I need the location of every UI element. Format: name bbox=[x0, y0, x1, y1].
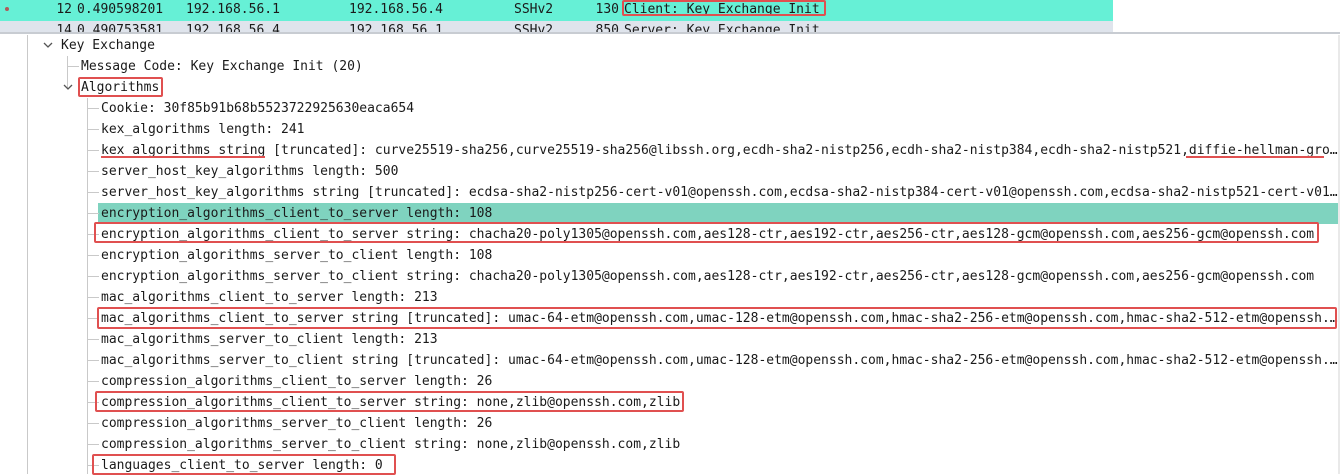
kex-string-underline bbox=[101, 156, 265, 158]
tree-field-label: kex_algorithms length: 241 bbox=[101, 122, 305, 137]
packet-details-tree: Key Exchange Message Code: Key Exchange … bbox=[0, 35, 1340, 475]
tree-field-label: compression_algorithms_server_to_client … bbox=[101, 416, 493, 431]
tree-field-label: mac_algorithms_server_to_client length: … bbox=[101, 332, 438, 347]
packet-source: 192.168.56.1 bbox=[186, 2, 280, 17]
chevron-down-icon[interactable] bbox=[42, 39, 54, 51]
related-packet-dot-icon bbox=[5, 7, 9, 11]
tree-field-comp-s2c-length[interactable]: compression_algorithms_server_to_client … bbox=[0, 413, 1340, 434]
tree-field-label: encryption_algorithms_server_to_client l… bbox=[101, 248, 493, 263]
tree-node-algorithms[interactable]: Algorithms bbox=[0, 77, 1340, 98]
tree-field-comp-c2s-length[interactable]: compression_algorithms_client_to_server … bbox=[0, 371, 1340, 392]
packet-length: 130 bbox=[595, 2, 619, 17]
packet-number: 14 bbox=[56, 23, 72, 32]
packet-destination: 192.168.56.1 bbox=[349, 23, 443, 32]
info-highlight-box bbox=[622, 0, 826, 16]
tree-field-mac-c2s-length[interactable]: mac_algorithms_client_to_server length: … bbox=[0, 287, 1340, 308]
tree-field-label: mac_algorithms_server_to_client string [… bbox=[101, 353, 1338, 368]
tree-field-mac-s2c-length[interactable]: mac_algorithms_server_to_client length: … bbox=[0, 329, 1340, 350]
tree-field-enc-c2s-length[interactable]: encryption_algorithms_client_to_server l… bbox=[0, 203, 1340, 224]
packet-protocol: SSHv2 bbox=[514, 23, 554, 32]
tree-field-label: Message Code: Key Exchange Init (20) bbox=[81, 59, 363, 74]
lang-c2s-highlight-box bbox=[92, 454, 396, 475]
tree-field-label: encryption_algorithms_client_to_server l… bbox=[101, 206, 493, 221]
packet-list: 12 0.490598201 192.168.56.1 192.168.56.4… bbox=[0, 0, 1340, 32]
tree-field-label: server_host_key_algorithms string [trunc… bbox=[101, 185, 1338, 200]
chevron-down-icon[interactable] bbox=[62, 81, 74, 93]
packet-length: 850 bbox=[595, 23, 619, 32]
tree-field-message-code[interactable]: Message Code: Key Exchange Init (20) bbox=[0, 56, 1340, 77]
tree-field-label: compression_algorithms_server_to_client … bbox=[101, 437, 681, 452]
tree-field-kex-length[interactable]: kex_algorithms length: 241 bbox=[0, 119, 1340, 140]
diffie-hellman-underline bbox=[1186, 156, 1324, 158]
tree-field-label: Cookie: 30f85b91b68b5523722925630eaca654 bbox=[101, 101, 415, 116]
packet-number: 12 bbox=[56, 2, 72, 17]
tree-field-enc-s2c-length[interactable]: encryption_algorithms_server_to_client l… bbox=[0, 245, 1340, 266]
packet-destination: 192.168.56.4 bbox=[349, 2, 443, 17]
comp-c2s-highlight-box bbox=[95, 391, 684, 412]
packet-row-selected[interactable]: 12 0.490598201 192.168.56.1 192.168.56.4… bbox=[0, 0, 1113, 21]
tree-field-label: server_host_key_algorithms length: 500 bbox=[101, 164, 399, 179]
packet-info: Server: Key Exchange Init bbox=[624, 23, 820, 32]
packet-row[interactable]: 14 0.490753581 192.168.56.4 192.168.56.1… bbox=[0, 21, 1113, 32]
tree-field-hostkey-string[interactable]: server_host_key_algorithms string [trunc… bbox=[0, 182, 1340, 203]
packet-time: 0.490753581 bbox=[77, 23, 164, 32]
packet-time: 0.490598201 bbox=[77, 2, 164, 17]
tree-node-label: Key Exchange bbox=[61, 38, 155, 53]
algorithms-highlight-box bbox=[78, 77, 163, 97]
tree-field-label: mac_algorithms_client_to_server length: … bbox=[101, 290, 438, 305]
tree-field-comp-s2c-string[interactable]: compression_algorithms_server_to_client … bbox=[0, 434, 1340, 455]
tree-node-key-exchange[interactable]: Key Exchange bbox=[0, 35, 1340, 56]
tree-field-label: encryption_algorithms_server_to_client s… bbox=[101, 269, 1315, 284]
tree-field-label: kex_algorithms string [truncated]: curve… bbox=[101, 143, 1338, 158]
enc-c2s-highlight-box bbox=[94, 222, 1319, 243]
tree-field-mac-s2c-string[interactable]: mac_algorithms_server_to_client string [… bbox=[0, 350, 1340, 371]
packet-protocol: SSHv2 bbox=[514, 2, 554, 17]
tree-field-enc-s2c-string[interactable]: encryption_algorithms_server_to_client s… bbox=[0, 266, 1340, 287]
tree-field-label: compression_algorithms_client_to_server … bbox=[101, 374, 493, 389]
mac-c2s-highlight-box bbox=[97, 307, 1337, 329]
packet-source: 192.168.56.4 bbox=[186, 23, 280, 32]
tree-field-hostkey-length[interactable]: server_host_key_algorithms length: 500 bbox=[0, 161, 1340, 182]
tree-field-cookie[interactable]: Cookie: 30f85b91b68b5523722925630eaca654 bbox=[0, 98, 1340, 119]
pane-splitter[interactable] bbox=[0, 32, 1340, 34]
